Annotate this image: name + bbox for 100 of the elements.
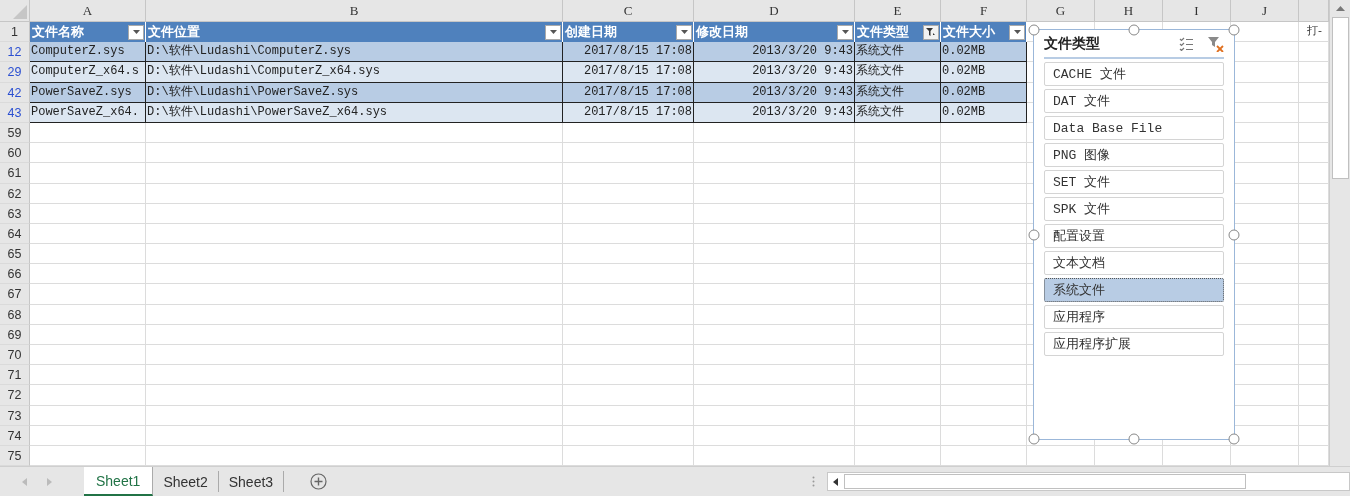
dropdown-button[interactable] [837,24,853,40]
row-header[interactable]: 62 [0,183,30,204]
table-cell: 2013/3/20 9:43 [694,62,855,83]
filter-button[interactable] [923,24,939,40]
slicer-item[interactable]: 配置设置 [1044,224,1224,248]
row-header[interactable]: 71 [0,365,30,386]
resize-handle[interactable] [1028,229,1040,240]
slicer-item[interactable]: 系统文件 [1044,278,1224,302]
column-header[interactable]: E [855,0,941,22]
row-header[interactable]: 69 [0,324,30,345]
table-cell: 2017/8/15 17:08 [563,62,694,83]
row-header[interactable]: 59 [0,122,30,144]
horizontal-scrollbar[interactable] [827,472,1350,492]
row-header[interactable]: 60 [0,143,30,164]
row-header[interactable]: 66 [0,264,30,285]
table-cell: 2013/3/20 9:43 [694,42,855,63]
column-header[interactable]: J [1231,0,1299,22]
resize-handle[interactable] [1028,24,1040,36]
row-header[interactable]: 73 [0,405,30,426]
row-header[interactable]: 64 [0,223,30,245]
row-header[interactable]: 65 [0,244,30,265]
resize-handle[interactable] [1028,433,1040,445]
caret-icon [680,30,688,35]
row-header[interactable]: 70 [0,345,30,366]
select-all-corner[interactable] [0,0,30,22]
multi-select-icon[interactable] [1179,37,1194,51]
scrollbar-thumb[interactable] [844,474,1246,490]
clear-filter-icon[interactable] [1208,36,1224,52]
table-cell: ComputerZ_x64.s [30,62,146,83]
scrollbar-thumb[interactable] [1331,17,1349,179]
row-header[interactable]: 12 [0,42,30,63]
caret-icon [841,30,849,35]
column-header[interactable] [1299,0,1329,22]
row-header[interactable]: 67 [0,284,30,305]
row-header[interactable]: 68 [0,304,30,325]
column-header[interactable]: D [694,0,855,22]
resize-handle[interactable] [1228,229,1240,240]
sheet-tab[interactable]: Sheet3 [218,471,285,492]
dropdown-button[interactable] [1009,24,1025,40]
row-header[interactable]: 74 [0,425,30,446]
column-title: 文件类型 [857,23,909,42]
column-title: 文件位置 [148,23,200,42]
row-header[interactable]: 61 [0,163,30,184]
column-title: 修改日期 [696,23,748,42]
slicer-item[interactable]: SPK 文件 [1044,197,1224,221]
slicer-item[interactable]: 文本文档 [1044,251,1224,275]
slicer-item[interactable]: PNG 图像 [1044,143,1224,167]
column-header[interactable]: C [563,0,694,22]
sheet-tab[interactable]: Sheet2 [153,471,219,492]
split-handle-icon[interactable] [812,476,815,488]
vertical-scrollbar[interactable] [1329,0,1350,467]
table-cell: 0.02MB [941,82,1027,103]
column-header[interactable]: H [1095,0,1163,22]
scroll-up-arrow-icon[interactable] [1335,6,1345,11]
column-header[interactable]: B [146,0,563,22]
table-cell: D:\软件\Ludashi\ComputerZ_x64.sys [146,62,563,83]
table-cell: 2017/8/15 17:08 [563,42,694,63]
column-header[interactable]: F [941,0,1027,22]
column-header[interactable]: A [30,0,146,22]
add-sheet-icon[interactable] [310,473,328,491]
dropdown-button[interactable] [128,24,144,40]
table-cell: 系统文件 [855,82,941,103]
slicer-item[interactable]: SET 文件 [1044,170,1224,194]
dropdown-button[interactable] [676,24,692,40]
filter-icon [926,27,936,37]
column-title: 文件大小 [943,23,995,42]
resize-handle[interactable] [1228,24,1240,36]
resize-handle[interactable] [1128,433,1140,445]
slicer-item[interactable]: Data Base File [1044,116,1224,140]
table-cell: PowerSaveZ.sys [30,82,146,103]
caret-icon [549,30,557,35]
row-header[interactable]: 42 [0,82,30,103]
row-header[interactable]: 72 [0,385,30,406]
table-cell: D:\软件\Ludashi\ComputerZ.sys [146,42,563,63]
row-header[interactable]: 29 [0,62,30,83]
column-header[interactable]: G [1027,0,1095,22]
corner-triangle-icon[interactable] [13,5,27,19]
column-header[interactable]: I [1163,0,1231,22]
caret-icon [1013,30,1021,35]
table-cell: 系统文件 [855,62,941,83]
resize-handle[interactable] [1128,24,1140,36]
table-cell: 系统文件 [855,42,941,63]
row-header[interactable]: 63 [0,203,30,224]
table-cell: 2017/8/15 17:08 [563,102,694,123]
next-sheet-arrow-icon[interactable] [46,477,52,486]
slicer-title: 文件类型 [1044,35,1101,53]
slicer-item[interactable]: 应用程序 [1044,305,1224,329]
scroll-left-arrow-icon[interactable] [833,477,838,486]
slicer-item[interactable]: 应用程序扩展 [1044,332,1224,356]
dropdown-button[interactable] [545,24,561,40]
row-header[interactable]: 43 [0,102,30,123]
slicer-item[interactable]: CACHE 文件 [1044,62,1224,86]
row-header[interactable]: 75 [0,445,30,467]
table-cell: 2013/3/20 9:43 [694,82,855,103]
row-header[interactable]: 1 [0,22,30,43]
previous-sheet-arrow-icon[interactable] [22,477,28,486]
resize-handle[interactable] [1228,433,1240,445]
table-cell: ComputerZ.sys [30,42,146,63]
sheet-tab[interactable]: Sheet1 [84,467,154,496]
slicer-item[interactable]: DAT 文件 [1044,89,1224,113]
